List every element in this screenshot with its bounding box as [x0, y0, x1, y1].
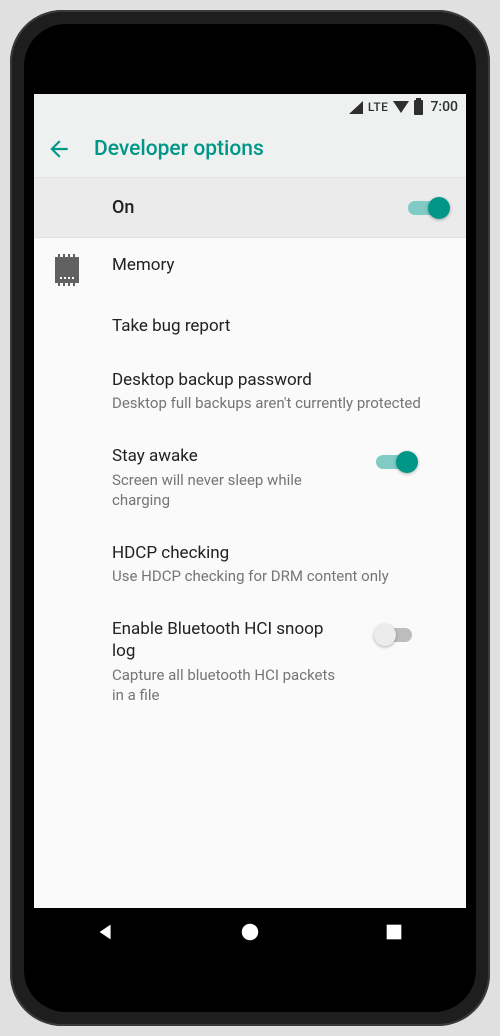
master-toggle-label: On	[112, 197, 408, 218]
stay-awake-switch[interactable]	[376, 451, 416, 473]
circle-home-icon	[239, 921, 261, 943]
phone-bezel: LTE 7:00 Developer options On	[24, 24, 476, 1012]
row-subtitle: Desktop full backups aren't currently pr…	[112, 393, 448, 413]
row-subtitle: Screen will never sleep while charging	[112, 470, 342, 511]
square-recents-icon	[383, 921, 405, 943]
screen: LTE 7:00 Developer options On	[34, 94, 466, 960]
row-subtitle: Capture all bluetooth HCI packets in a f…	[112, 665, 342, 706]
row-memory[interactable]: Memory	[34, 238, 466, 299]
app-bar: Developer options	[34, 120, 466, 178]
memory-chip-icon	[55, 257, 79, 283]
bt-snoop-switch[interactable]	[376, 624, 416, 646]
battery-icon	[414, 100, 423, 115]
status-bar: LTE 7:00	[34, 94, 466, 120]
row-title: Enable Bluetooth HCI snoop log	[112, 618, 342, 662]
phone-frame: LTE 7:00 Developer options On	[10, 10, 490, 1026]
navigation-bar	[34, 908, 466, 960]
page-title: Developer options	[94, 137, 264, 161]
cell-signal-icon	[349, 101, 363, 114]
nav-recents-button[interactable]	[383, 921, 405, 947]
row-title: Desktop backup password	[112, 369, 448, 391]
back-button[interactable]	[46, 136, 72, 162]
row-hdcp-checking[interactable]: HDCP checking Use HDCP checking for DRM …	[34, 526, 466, 602]
row-title: Take bug report	[112, 315, 448, 337]
row-title: Memory	[112, 254, 448, 276]
nav-home-button[interactable]	[239, 921, 261, 947]
row-desktop-backup-password[interactable]: Desktop backup password Desktop full bac…	[34, 353, 466, 429]
triangle-back-icon	[95, 921, 117, 943]
wifi-icon	[393, 101, 409, 113]
row-bt-hci-snoop[interactable]: Enable Bluetooth HCI snoop log Capture a…	[34, 602, 466, 721]
clock: 7:00	[430, 99, 458, 115]
row-title: HDCP checking	[112, 542, 448, 564]
row-bug-report[interactable]: Take bug report	[34, 299, 466, 353]
arrow-back-icon	[46, 136, 72, 162]
master-toggle-row[interactable]: On	[34, 178, 466, 238]
row-subtitle: Use HDCP checking for DRM content only	[112, 566, 448, 586]
settings-list: Memory Take bug report Desktop backup pa…	[34, 238, 466, 908]
row-stay-awake[interactable]: Stay awake Screen will never sleep while…	[34, 429, 466, 526]
network-type: LTE	[368, 100, 389, 114]
row-title: Stay awake	[112, 445, 342, 467]
master-toggle-switch[interactable]	[408, 197, 448, 219]
nav-back-button[interactable]	[95, 921, 117, 947]
